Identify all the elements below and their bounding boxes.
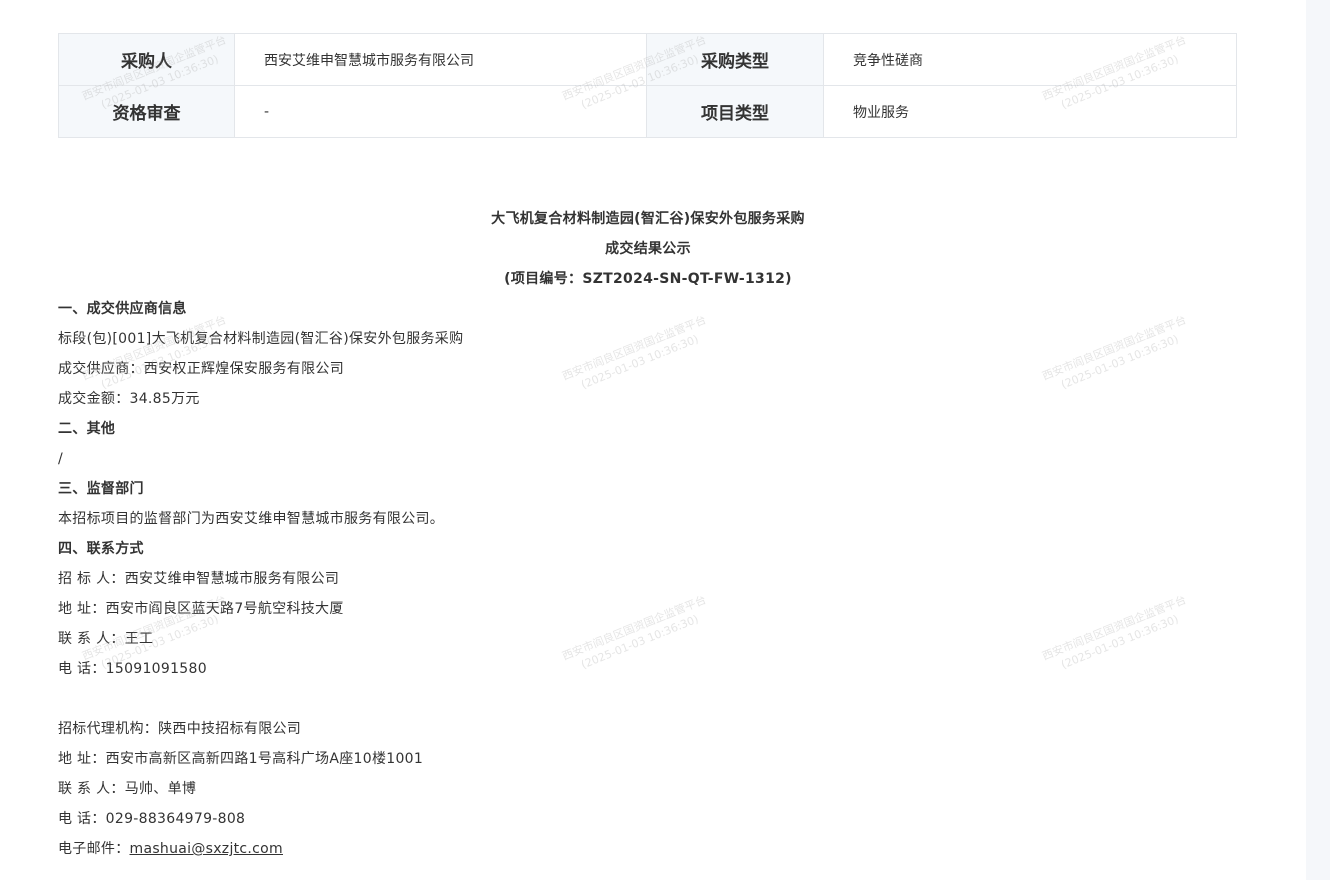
- email-link[interactable]: mashuai@sxzjtc.com: [130, 841, 283, 857]
- announcement-subtitle: 成交结果公示: [605, 241, 691, 257]
- agency-email-line: 电子邮件：mashuai@sxzjtc.com: [58, 834, 1238, 864]
- section-heading-other: 二、其他: [58, 421, 116, 437]
- announcement-title: 大飞机复合材料制造园(智汇谷)保安外包服务采购: [491, 211, 805, 227]
- purchaser-value: 西安艾维申智慧城市服务有限公司: [234, 33, 647, 86]
- procurement-info-table: 采购人 西安艾维申智慧城市服务有限公司 采购类型 竞争性磋商 资格审查 - 项目…: [58, 33, 1237, 138]
- amount-info: 成交金额：34.85万元: [58, 391, 200, 407]
- qualification-review-label: 资格审查: [58, 85, 235, 138]
- project-type-value: 物业服务: [823, 85, 1237, 138]
- tenderer-contact: 联 系 人：王工: [58, 631, 154, 647]
- agency-contact: 联 系 人：马帅、单博: [58, 781, 197, 797]
- agency-phone: 电 话：029-88364979-808: [58, 811, 246, 827]
- page: 采购人 西安艾维申智慧城市服务有限公司 采购类型 竞争性磋商 资格审查 - 项目…: [0, 0, 1330, 880]
- procurement-type-value: 竞争性磋商: [823, 33, 1237, 86]
- lot-info: 标段(包)[001]大飞机复合材料制造园(智汇谷)保安外包服务采购: [58, 331, 464, 347]
- tenderer-phone: 电 话：15091091580: [58, 661, 207, 677]
- email-label: 电子邮件：: [58, 841, 130, 857]
- other-body: /: [58, 451, 64, 467]
- tenderer-name: 招 标 人：西安艾维申智慧城市服务有限公司: [58, 571, 340, 587]
- project-type-label: 项目类型: [646, 85, 824, 138]
- scrollbar-track[interactable]: [1306, 0, 1330, 880]
- section-heading-contact: 四、联系方式: [58, 541, 144, 557]
- qualification-review-value: -: [234, 85, 647, 138]
- agency-name: 招标代理机构：陕西中技招标有限公司: [58, 721, 302, 737]
- purchaser-label: 采购人: [58, 33, 235, 86]
- supplier-info: 成交供应商：西安权正辉煌保安服务有限公司: [58, 361, 344, 377]
- agency-address: 地 址：西安市高新区高新四路1号高科广场A座10楼1001: [58, 751, 424, 767]
- supervision-body: 本招标项目的监督部门为西安艾维申智慧城市服务有限公司。: [58, 511, 445, 527]
- table-row: 采购人 西安艾维申智慧城市服务有限公司 采购类型 竞争性磋商: [58, 33, 1237, 86]
- procurement-type-label: 采购类型: [646, 33, 824, 86]
- section-heading-supervision: 三、监督部门: [58, 481, 144, 497]
- table-row: 资格审查 - 项目类型 物业服务: [58, 85, 1237, 138]
- project-number: (项目编号：SZT2024-SN-QT-FW-1312): [504, 271, 792, 287]
- announcement-body: 大飞机复合材料制造园(智汇谷)保安外包服务采购 成交结果公示 (项目编号：SZT…: [58, 204, 1238, 864]
- section-heading-supplier: 一、成交供应商信息: [58, 301, 187, 317]
- tenderer-address: 地 址：西安市阎良区蓝天路7号航空科技大厦: [58, 601, 344, 617]
